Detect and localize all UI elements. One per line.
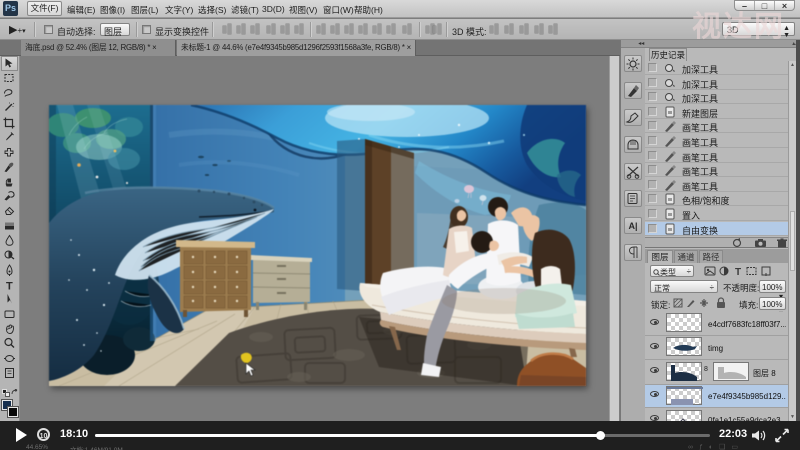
svg-text:T: T <box>735 267 741 277</box>
svg-text:T: T <box>6 280 13 292</box>
